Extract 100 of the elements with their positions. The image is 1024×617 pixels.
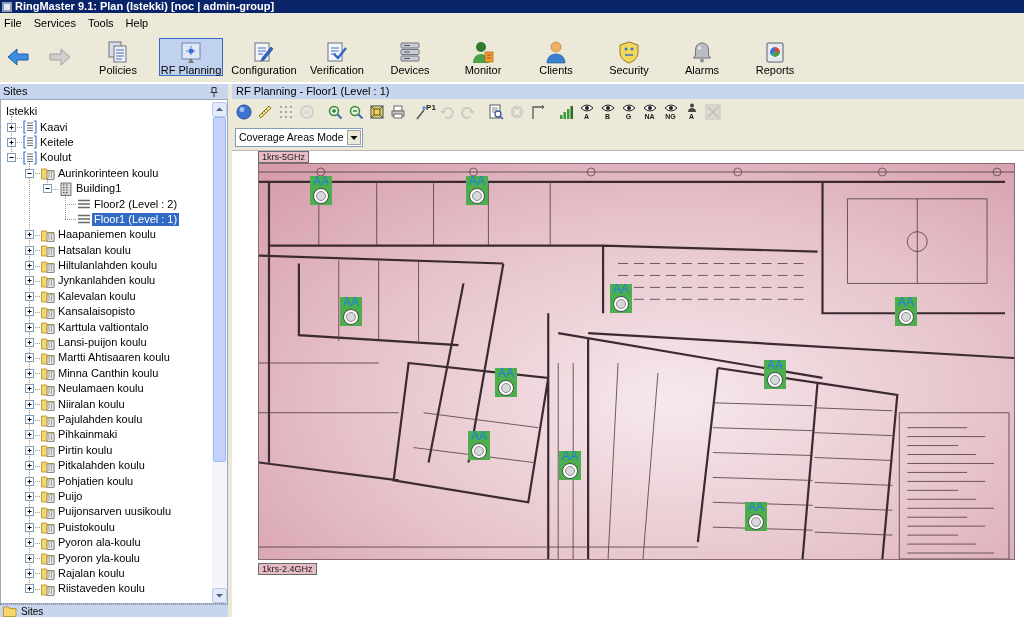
access-point-icon[interactable] (466, 187, 488, 205)
tree-item[interactable]: Niiralan koulu (56, 397, 127, 411)
expand-icon[interactable] (7, 137, 16, 147)
toolbar-button[interactable]: Monitor (451, 38, 515, 76)
expand-icon[interactable] (25, 476, 34, 486)
access-point-icon[interactable] (764, 371, 786, 389)
tree-item[interactable]: Koulut (38, 151, 74, 165)
tree-item[interactable]: Pihkainmaki (56, 428, 120, 442)
expand-icon[interactable] (25, 307, 34, 317)
tree-item[interactable]: Minna Canthin koulu (56, 366, 161, 380)
expand-icon[interactable] (25, 368, 34, 378)
tree-item[interactable]: Hatsalan koulu (56, 243, 133, 257)
signal-bars-icon[interactable] (557, 103, 574, 120)
expand-icon[interactable] (25, 399, 34, 409)
access-point-icon[interactable] (495, 379, 517, 397)
tree-item[interactable]: Pirtin koulu (56, 443, 115, 457)
expand-icon[interactable] (25, 461, 34, 471)
toolbar-button[interactable]: Clients (524, 38, 588, 76)
tree-item[interactable]: Pohjatien koulu (56, 474, 136, 488)
expand-icon[interactable] (25, 245, 34, 255)
tree-item[interactable]: Kaavi (38, 120, 70, 134)
toolbar-button[interactable]: Security (597, 38, 661, 76)
toolbar-button[interactable]: Policies (86, 38, 150, 76)
tree-item[interactable]: Puistokoulu (56, 520, 117, 534)
tree-item[interactable]: Neulamaen koulu (56, 382, 146, 396)
expand-icon[interactable] (25, 507, 34, 517)
menu-item[interactable]: Help (125, 16, 149, 30)
access-point-icon[interactable] (895, 308, 917, 326)
tree-item[interactable]: Aurinkorinteen koulu (56, 166, 161, 180)
expand-icon[interactable] (25, 491, 34, 501)
scroll-down-icon[interactable] (212, 588, 227, 603)
tree-item[interactable]: Floor1 (Level : 1) (92, 212, 180, 226)
back-arrow-icon[interactable] (7, 48, 29, 66)
expand-icon[interactable] (25, 445, 34, 455)
toolbar-button[interactable]: Devices (378, 38, 442, 76)
expand-icon[interactable] (25, 538, 34, 548)
expand-icon[interactable] (25, 415, 34, 424)
tree-item[interactable]: Kansalaisopisto (56, 305, 138, 319)
menu-item[interactable]: File (4, 16, 22, 30)
menu-item[interactable]: Services (33, 16, 76, 30)
marker-tool-button[interactable]: P1 (415, 101, 436, 122)
expand-icon[interactable] (25, 430, 34, 440)
access-point-icon[interactable] (559, 462, 581, 480)
axis-corner-icon[interactable] (529, 103, 546, 120)
collapse-icon[interactable] (7, 153, 16, 163)
toolbar-button[interactable]: Configuration (232, 38, 296, 76)
toolbar-button[interactable]: Verification (305, 38, 369, 76)
tree-item[interactable]: Jynkanlahden koulu (56, 274, 158, 288)
access-point-icon[interactable] (745, 513, 767, 531)
mode-dropdown[interactable]: Coverage Areas Mode (235, 127, 364, 147)
tree-item[interactable]: Martti Ahtisaaren koulu (56, 351, 172, 365)
tree-item[interactable]: Pajulahden koulu (56, 413, 145, 426)
tree-item[interactable]: Pyoron ala-koulu (56, 536, 143, 550)
tree-item[interactable]: Kalevalan koulu (56, 289, 138, 303)
expand-icon[interactable] (25, 291, 34, 301)
menu-item[interactable]: Tools (87, 16, 114, 30)
printer-icon[interactable] (389, 103, 406, 120)
pin-icon[interactable] (210, 86, 218, 97)
tree-item[interactable]: Haapaniemen koulu (56, 228, 158, 242)
caret-down-icon[interactable] (347, 129, 362, 145)
tree-item[interactable]: Puijonsarven uusikoulu (56, 505, 174, 519)
collapse-icon[interactable] (25, 168, 34, 178)
toolbar-button[interactable]: Reports (743, 38, 807, 76)
expand-icon[interactable] (25, 261, 34, 271)
tree-item[interactable]: Puijo (56, 489, 85, 503)
tree-item[interactable]: Karttula valtiontalo (56, 320, 151, 334)
access-point-icon[interactable] (340, 308, 362, 326)
collapse-icon[interactable] (43, 184, 52, 194)
sphere-icon[interactable] (235, 103, 252, 120)
expand-icon[interactable] (25, 384, 34, 394)
expand-icon[interactable] (25, 322, 34, 332)
tree-item[interactable]: Keitele (38, 135, 76, 149)
document-search-icon[interactable] (487, 103, 504, 120)
tree-item[interactable]: Rajalan koulu (56, 566, 127, 580)
tree-item[interactable]: Pyoron yla-koulu (56, 551, 142, 565)
ruler-icon[interactable] (256, 103, 273, 120)
access-point-icon[interactable] (310, 187, 332, 205)
tree-item[interactable]: Pitkalahden koulu (56, 459, 147, 473)
expand-icon[interactable] (25, 553, 34, 563)
tree-item[interactable]: Floor2 (Level : 2) (92, 197, 180, 211)
tree-item[interactable]: Hiltulanlahden koulu (56, 259, 160, 273)
expand-icon[interactable] (25, 230, 34, 240)
scrollbar-thumb[interactable] (213, 117, 226, 462)
zoom-out-icon[interactable] (347, 103, 364, 120)
sites-tab[interactable]: Sites (0, 604, 228, 617)
expand-icon[interactable] (25, 276, 34, 286)
toolbar-button[interactable]: RF Planning (159, 38, 223, 76)
expand-icon[interactable] (25, 338, 34, 348)
toolbar-button[interactable]: Alarms (670, 38, 734, 76)
expand-icon[interactable] (25, 522, 34, 532)
expand-icon[interactable] (25, 584, 34, 594)
access-point-icon[interactable] (610, 295, 632, 313)
scroll-up-icon[interactable] (212, 102, 227, 117)
fit-to-window-icon[interactable] (368, 103, 385, 120)
expand-icon[interactable] (7, 122, 16, 132)
expand-icon[interactable] (25, 568, 34, 578)
tree-item[interactable]: Lansi-puijon koulu (56, 336, 149, 350)
access-point-icon[interactable] (468, 442, 490, 460)
zoom-in-icon[interactable] (326, 103, 343, 120)
tree-item[interactable]: Building1 (74, 182, 124, 196)
